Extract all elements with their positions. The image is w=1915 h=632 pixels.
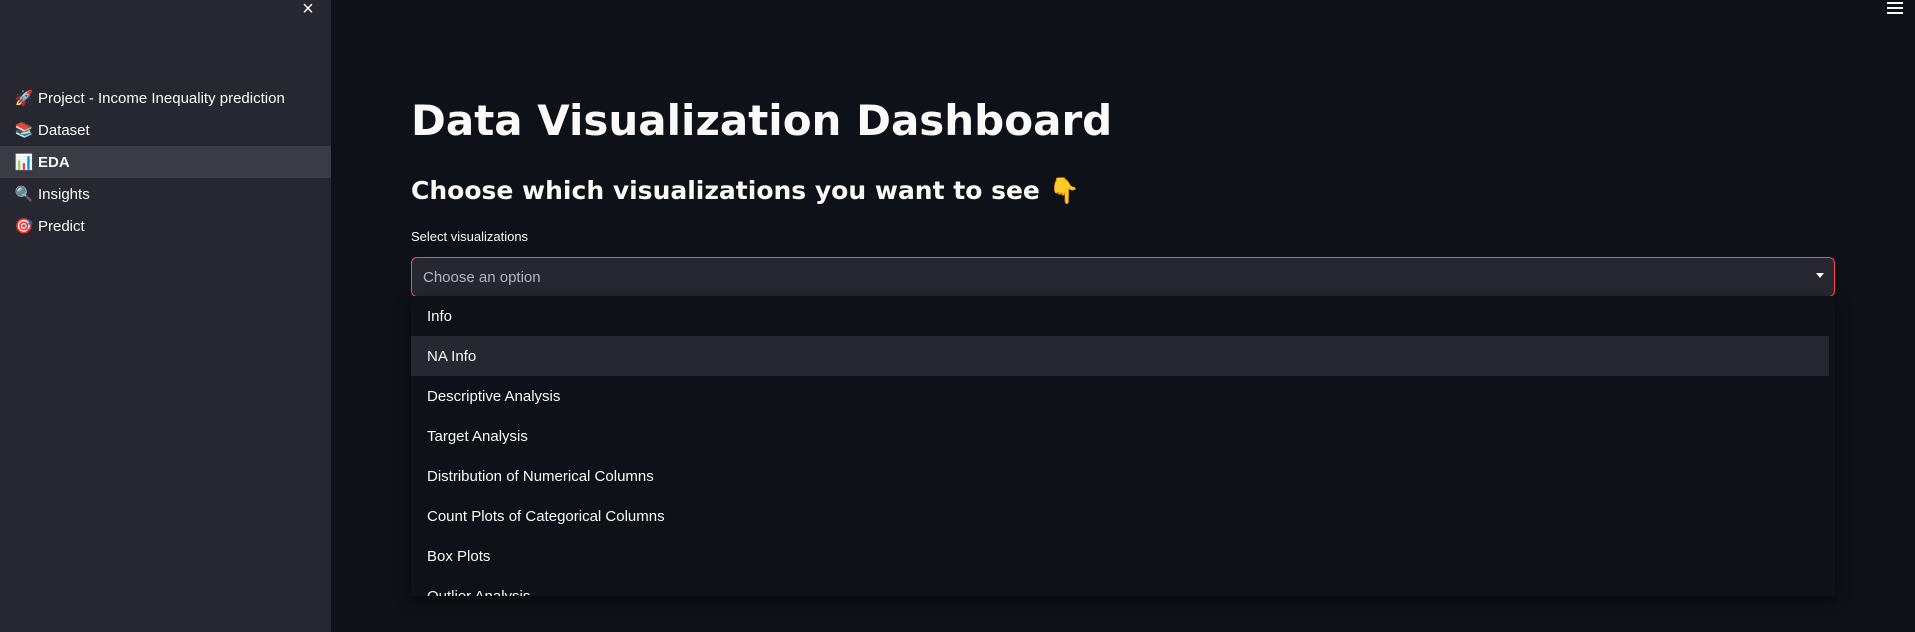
bar-chart-icon: 📊 [14, 154, 34, 171]
dropdown-option-na-info[interactable]: NA Info [411, 336, 1829, 376]
dropdown-option-target-analysis[interactable]: Target Analysis [411, 416, 1829, 456]
dropdown-option-outlier-analysis[interactable]: Outlier Analysis [411, 576, 1829, 597]
sidebar-item-label: EDA [38, 153, 70, 171]
menu-bar [1887, 12, 1903, 14]
target-icon: 🎯 [14, 218, 34, 235]
rocket-icon: 🚀 [14, 90, 34, 107]
sidebar-item-label: Project - Income Inequality prediction [38, 89, 285, 107]
menu-bar [1887, 2, 1903, 4]
visualizations-multiselect[interactable]: Choose an option [411, 257, 1835, 297]
dropdown-menu: Info NA Info Descriptive Analysis Target… [411, 296, 1835, 596]
magnifier-icon: 🔍 [14, 186, 34, 203]
sidebar-item-eda[interactable]: 📊 EDA [0, 146, 331, 178]
dropdown-option-info[interactable]: Info [411, 296, 1829, 336]
dropdown-option-count-plots[interactable]: Count Plots of Categorical Columns [411, 496, 1829, 536]
dropdown-option-distribution-numerical[interactable]: Distribution of Numerical Columns [411, 456, 1829, 496]
sidebar-item-label: Dataset [38, 121, 90, 139]
sidebar: × 🚀 Project - Income Inequality predicti… [0, 0, 331, 632]
chevron-down-icon[interactable] [1816, 273, 1824, 278]
sidebar-item-predict[interactable]: 🎯 Predict [0, 210, 331, 242]
page-title: Data Visualization Dashboard [411, 96, 1113, 145]
sidebar-nav: 🚀 Project - Income Inequality prediction… [0, 82, 331, 242]
select-placeholder: Choose an option [423, 268, 541, 286]
main-menu-icon[interactable] [1887, 2, 1903, 14]
close-sidebar-icon[interactable]: × [296, 0, 320, 20]
sidebar-item-insights[interactable]: 🔍 Insights [0, 178, 331, 210]
select-label: Select visualizations [411, 229, 529, 244]
sidebar-item-label: Predict [38, 217, 85, 235]
menu-bar [1887, 7, 1903, 9]
dropdown-option-box-plots[interactable]: Box Plots [411, 536, 1829, 576]
section-title: Choose which visualizations you want to … [411, 176, 1080, 205]
books-icon: 📚 [14, 122, 34, 139]
sidebar-item-label: Insights [38, 185, 90, 203]
sidebar-item-dataset[interactable]: 📚 Dataset [0, 114, 331, 146]
sidebar-item-project[interactable]: 🚀 Project - Income Inequality prediction [0, 82, 331, 114]
dropdown-option-descriptive-analysis[interactable]: Descriptive Analysis [411, 376, 1829, 416]
